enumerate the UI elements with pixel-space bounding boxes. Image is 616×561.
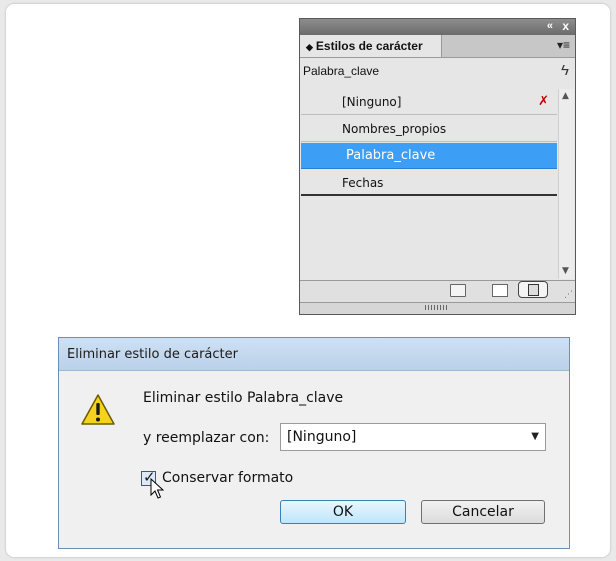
replace-style-select[interactable]: [Ninguno] ▼ xyxy=(280,423,546,451)
new-style-icon[interactable] xyxy=(492,284,508,297)
updown-arrow-icon: ◆ xyxy=(306,42,313,52)
style-name: Palabra_clave xyxy=(346,148,436,163)
tab-label: Estilos de carácter xyxy=(315,39,423,53)
scroll-down-arrow-icon[interactable]: ▼ xyxy=(562,266,569,276)
style-name: Fechas xyxy=(342,176,384,190)
list-item[interactable]: Fechas xyxy=(301,170,557,196)
resize-grip-icon[interactable]: ⋰ xyxy=(564,290,573,300)
list-item[interactable]: [Ninguno] ✗ xyxy=(301,89,557,115)
panel-menu-icon[interactable]: ▾≡ xyxy=(557,38,570,52)
delete-style-button[interactable] xyxy=(518,281,548,298)
collapse-icon[interactable]: « xyxy=(547,20,553,32)
select-value: [Ninguno] xyxy=(287,429,357,445)
new-group-folder-icon[interactable] xyxy=(450,284,466,297)
grip-icon xyxy=(425,305,449,310)
checkbox-label[interactable]: Conservar formato xyxy=(162,470,293,486)
list-scrollbar[interactable]: ▲ ▼ xyxy=(558,89,574,279)
pencil-crossed-icon: ✗ xyxy=(538,94,549,109)
scroll-up-arrow-icon[interactable]: ▲ xyxy=(562,91,569,101)
panel-tab-bar: ◆ Estilos de carácter ▾≡ xyxy=(300,35,575,58)
close-icon[interactable]: x xyxy=(562,19,569,33)
mouse-cursor-icon xyxy=(150,478,164,499)
panel-bottom-bar: ⋰ xyxy=(300,280,575,302)
warning-icon xyxy=(81,394,115,425)
list-item-selected[interactable]: Palabra_clave xyxy=(301,143,557,169)
panel-titlebar[interactable]: « x xyxy=(300,19,575,35)
dialog-message: Eliminar estilo Palabra_clave xyxy=(143,390,344,406)
cancel-button[interactable]: Cancelar xyxy=(421,500,545,524)
panel-resize-bar[interactable] xyxy=(300,302,575,314)
ok-button[interactable]: OK xyxy=(280,500,406,524)
tab-character-styles[interactable]: ◆ Estilos de carácter xyxy=(300,35,442,57)
chevron-down-icon[interactable]: ▼ xyxy=(531,424,539,450)
current-style-row: Palabra_clave ϟ xyxy=(300,58,575,84)
current-style-label: Palabra_clave xyxy=(303,64,380,78)
style-name: Nombres_propios xyxy=(342,122,447,136)
quick-apply-icon[interactable]: ϟ xyxy=(561,58,569,84)
panel-footer: ⋰ xyxy=(299,280,576,315)
replace-label: y reemplazar con: xyxy=(143,430,270,446)
list-item[interactable]: Nombres_propios xyxy=(301,116,557,142)
dialog-title: Eliminar estilo de carácter xyxy=(59,338,569,371)
trash-icon xyxy=(528,284,539,296)
style-name: [Ninguno] xyxy=(342,95,402,109)
